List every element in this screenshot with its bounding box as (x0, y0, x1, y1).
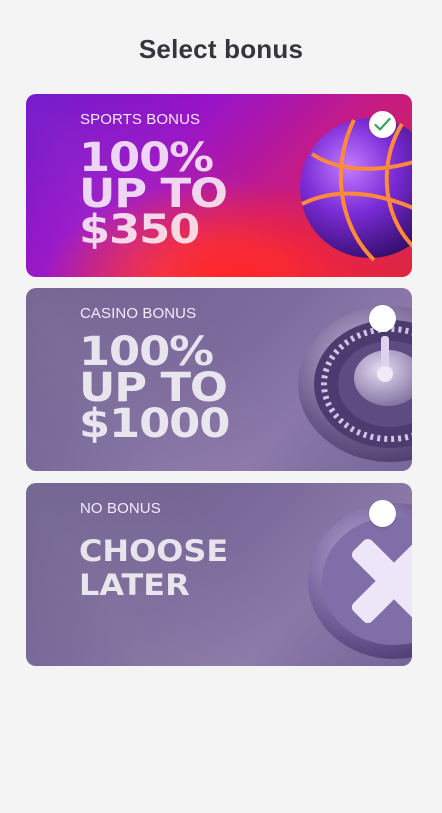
sports-bonus-card[interactable]: SPORTS BONUS 100% UP TO $350 (26, 94, 412, 277)
bonus-label: NO BONUS (80, 500, 161, 517)
unselected-radio[interactable] (369, 500, 396, 527)
casino-bonus-card[interactable]: CASINO BONUS 100% UP TO $1000 (26, 288, 412, 471)
headline-line: LATER (79, 568, 190, 602)
page-title: Select bonus (138, 34, 304, 64)
bonus-headline: 100% UP TO $350 (79, 138, 228, 253)
selected-radio[interactable] (369, 111, 396, 138)
no-bonus-card[interactable]: NO BONUS CHOOSE LATER (26, 483, 412, 666)
headline-line: $1000 (79, 401, 230, 447)
bonus-label: SPORTS BONUS (80, 111, 201, 128)
checkmark-icon (374, 117, 391, 131)
headline-line: CHOOSE (79, 534, 229, 568)
select-bonus-screen: Select bonus SPORTS BONUS 100% UP TO $35… (0, 0, 442, 813)
headline-line: $350 (79, 207, 200, 253)
unselected-radio[interactable] (369, 305, 396, 332)
bonus-headline: CHOOSE LATER (79, 534, 228, 602)
bonus-label: CASINO BONUS (80, 305, 197, 322)
bonus-headline: 100% UP TO $1000 (79, 332, 230, 447)
